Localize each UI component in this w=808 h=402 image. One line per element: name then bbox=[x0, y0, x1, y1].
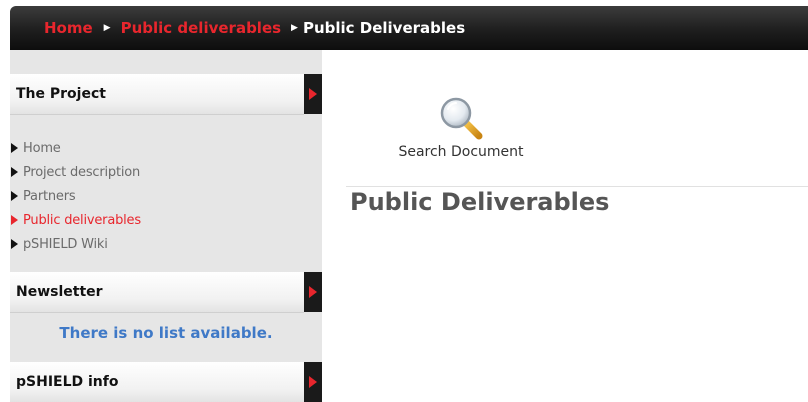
sidebar-item-project-description[interactable]: Project description bbox=[10, 160, 141, 184]
breadcrumb-separator-icon: ▶ bbox=[103, 23, 111, 33]
magnifier-icon bbox=[440, 97, 483, 140]
search-document-button[interactable]: Search Document bbox=[388, 94, 534, 160]
triangle-bullet-icon bbox=[11, 143, 18, 153]
newsletter-module-collapse-arrow-icon[interactable] bbox=[304, 272, 322, 312]
newsletter-module-tab: Newsletter bbox=[10, 272, 304, 312]
search-document-label: Search Document bbox=[398, 144, 524, 160]
newsletter-empty-message: There is no list available. bbox=[59, 324, 273, 342]
triangle-bullet-icon bbox=[11, 191, 18, 201]
sidebar-item-label: pSHIELD Wiki bbox=[23, 236, 108, 252]
breadcrumb-current-page: Public Deliverables bbox=[302, 19, 466, 37]
sidebar-item-pshield-wiki[interactable]: pSHIELD Wiki bbox=[10, 232, 141, 256]
newsletter-module-title: Newsletter bbox=[16, 284, 103, 300]
triangle-bullet-icon bbox=[11, 215, 18, 225]
sidebar-item-label: Home bbox=[23, 140, 61, 156]
page-title: Public Deliverables bbox=[350, 188, 610, 216]
project-module-tab: The Project bbox=[10, 74, 304, 114]
newsletter-module-header: Newsletter bbox=[10, 272, 322, 312]
sidebar-item-partners[interactable]: Partners bbox=[10, 184, 141, 208]
project-module-title: The Project bbox=[16, 86, 106, 102]
sidebar-item-label: Partners bbox=[23, 188, 76, 204]
breadcrumb-home-link[interactable]: Home bbox=[44, 19, 93, 37]
info-module-collapse-arrow-icon[interactable] bbox=[304, 362, 322, 402]
main-content: Search Document Public Deliverables bbox=[322, 50, 808, 394]
triangle-bullet-icon bbox=[11, 167, 18, 177]
sidebar-item-label: Public deliverables bbox=[23, 212, 141, 228]
content-divider bbox=[346, 186, 808, 187]
project-module-collapse-arrow-icon[interactable] bbox=[304, 74, 322, 114]
sidebar: The Project Home Project description Par… bbox=[10, 50, 322, 402]
sidebar-item-home[interactable]: Home bbox=[10, 136, 141, 160]
breadcrumb-separator-icon: ▶ bbox=[291, 23, 298, 33]
info-module-title: pSHIELD info bbox=[16, 374, 119, 390]
project-module-header: The Project bbox=[10, 74, 322, 114]
breadcrumb-public-deliverables-link[interactable]: Public deliverables bbox=[121, 19, 281, 37]
sidebar-item-label: Project description bbox=[23, 164, 141, 180]
info-module-header: pSHIELD info bbox=[10, 362, 322, 402]
top-navigation-bar: Home ▶ Public deliverables ▶ Public Deli… bbox=[10, 6, 808, 50]
info-module-tab: pSHIELD info bbox=[10, 362, 304, 402]
triangle-bullet-icon bbox=[11, 239, 18, 249]
sidebar-item-public-deliverables[interactable]: Public deliverables bbox=[10, 208, 141, 232]
breadcrumb: Home ▶ Public deliverables ▶ Public Deli… bbox=[44, 6, 465, 50]
project-menu: Home Project description Partners Public… bbox=[10, 136, 141, 256]
